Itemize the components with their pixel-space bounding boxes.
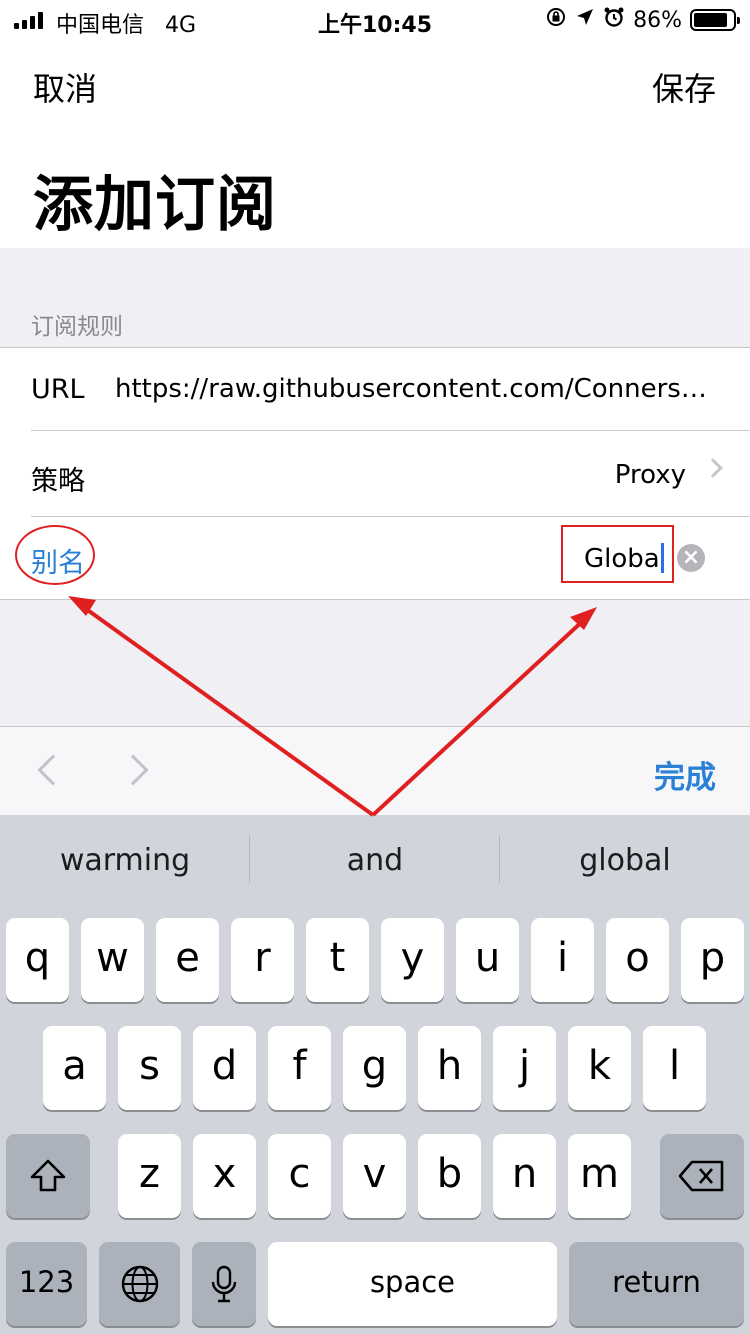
shift-key[interactable] <box>6 1134 90 1218</box>
alias-row[interactable]: 别名 Globa × <box>0 517 750 601</box>
key[interactable]: x <box>193 1134 256 1218</box>
policy-value: Proxy <box>614 460 686 490</box>
key[interactable]: h <box>418 1026 481 1110</box>
key[interactable]: n <box>493 1134 556 1218</box>
globe-key[interactable] <box>99 1242 180 1326</box>
clear-text-icon[interactable]: × <box>677 544 705 572</box>
done-button[interactable]: 完成 <box>654 752 716 797</box>
key[interactable]: i <box>531 918 594 1002</box>
url-field[interactable]: https://raw.githubusercontent.com/Conner… <box>115 374 721 404</box>
key[interactable]: z <box>118 1134 181 1218</box>
key[interactable]: a <box>43 1026 106 1110</box>
key[interactable]: l <box>643 1026 706 1110</box>
policy-label: 策略 <box>31 466 85 497</box>
key[interactable]: u <box>456 918 519 1002</box>
dictation-key[interactable] <box>192 1242 256 1326</box>
alarm-icon <box>603 6 625 34</box>
key[interactable]: c <box>268 1134 331 1218</box>
key[interactable]: s <box>118 1026 181 1110</box>
keyboard-accessory-bar: 完成 <box>0 726 750 815</box>
key[interactable]: r <box>231 918 294 1002</box>
key[interactable]: y <box>381 918 444 1002</box>
space-key[interactable]: space <box>268 1242 557 1326</box>
keyboard: warming and global q w e r t y u i o p a… <box>0 815 750 1334</box>
key[interactable]: f <box>268 1026 331 1110</box>
key[interactable]: v <box>343 1134 406 1218</box>
numbers-key[interactable]: 123 <box>6 1242 87 1326</box>
status-right: 86% <box>545 6 740 34</box>
chevron-right-icon <box>703 458 723 478</box>
suggestion-bar: warming and global <box>0 815 750 903</box>
microphone-icon <box>211 1265 237 1303</box>
page-title: 添加订阅 <box>33 170 277 240</box>
next-field-icon[interactable] <box>117 754 149 786</box>
cancel-button[interactable]: 取消 <box>33 64 97 110</box>
url-label: URL <box>31 374 85 405</box>
shift-icon <box>30 1159 66 1192</box>
url-row[interactable]: URL https://raw.githubusercontent.com/Co… <box>0 348 750 431</box>
status-bar: 中国电信 4G 上午10:45 86% <box>0 0 750 40</box>
orientation-lock-icon <box>545 6 567 34</box>
battery-icon <box>690 9 740 31</box>
key[interactable]: w <box>81 918 144 1002</box>
key[interactable]: g <box>343 1026 406 1110</box>
annotation-box <box>561 525 674 583</box>
key[interactable]: m <box>568 1134 631 1218</box>
policy-row[interactable]: 策略 Proxy <box>0 431 750 517</box>
battery-percent: 86% <box>633 7 682 33</box>
backspace-icon <box>678 1160 724 1192</box>
key[interactable]: d <box>193 1026 256 1110</box>
key[interactable]: t <box>306 918 369 1002</box>
key[interactable]: b <box>418 1134 481 1218</box>
previous-field-icon[interactable] <box>37 754 69 786</box>
key[interactable]: o <box>606 918 669 1002</box>
suggestion-item[interactable]: and <box>250 843 500 878</box>
subscription-form: URL https://raw.githubusercontent.com/Co… <box>0 347 750 600</box>
key[interactable]: k <box>568 1026 631 1110</box>
suggestion-item[interactable]: warming <box>0 843 250 878</box>
delete-key[interactable] <box>660 1134 744 1218</box>
return-key[interactable]: return <box>569 1242 744 1326</box>
save-button[interactable]: 保存 <box>652 64 716 110</box>
key[interactable]: j <box>493 1026 556 1110</box>
annotation-circle <box>15 525 95 585</box>
section-header: 订阅规则 <box>31 314 123 340</box>
battery-fill <box>694 13 727 27</box>
globe-icon <box>121 1265 158 1303</box>
key[interactable]: q <box>6 918 69 1002</box>
location-arrow-icon <box>575 7 595 33</box>
suggestion-item[interactable]: global <box>500 843 750 878</box>
key[interactable]: p <box>681 918 744 1002</box>
key[interactable]: e <box>156 918 219 1002</box>
